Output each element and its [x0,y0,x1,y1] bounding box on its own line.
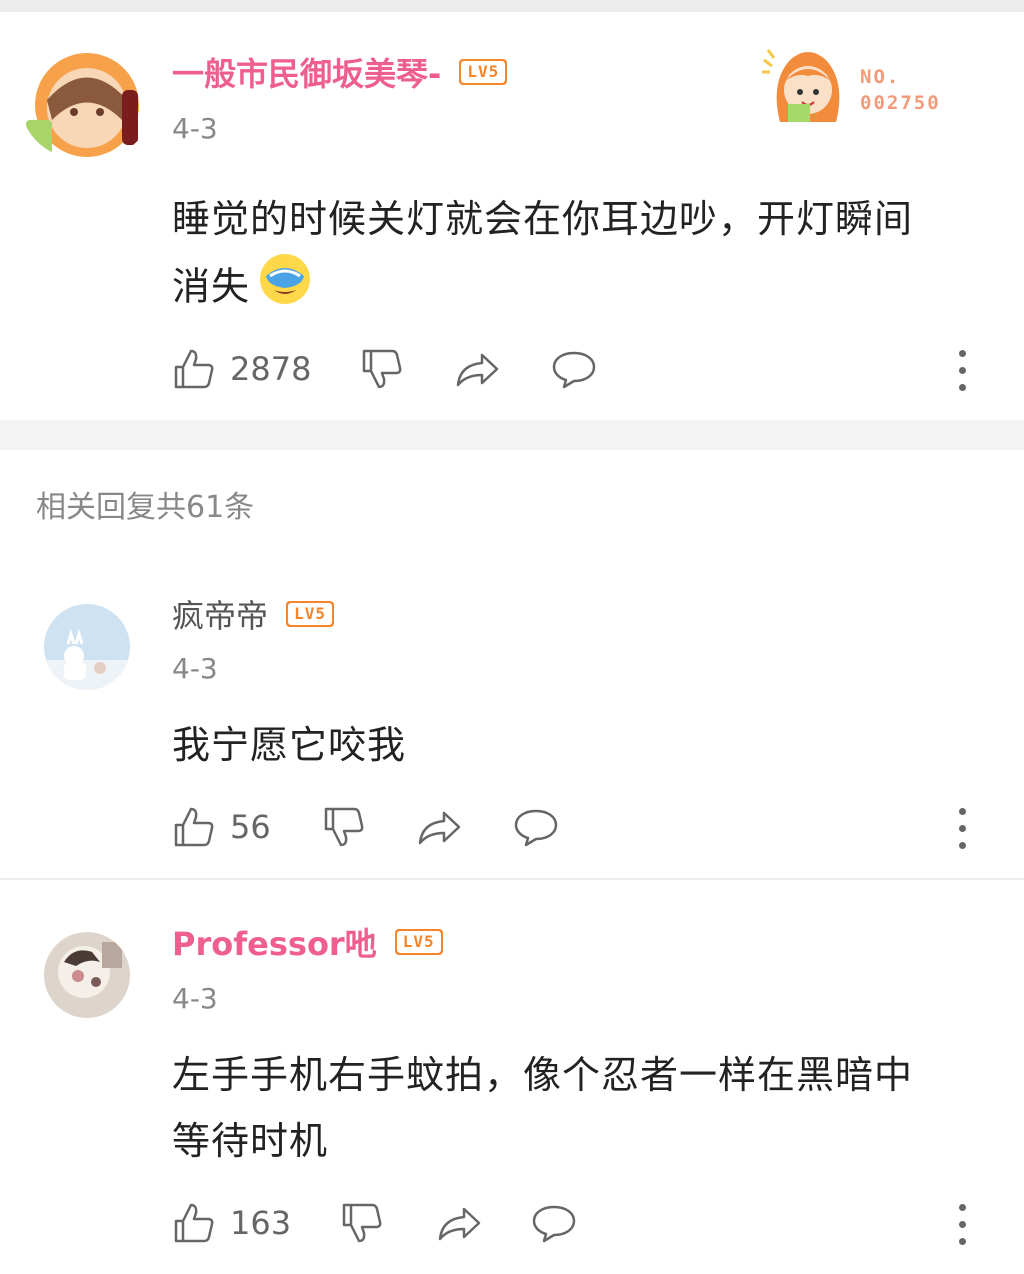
badge-number: NO. 002750 [860,66,941,114]
more-vertical-icon[interactable] [956,350,968,394]
comment-text: 我宁愿它咬我 [172,723,407,767]
dislike-button[interactable] [360,344,404,394]
username[interactable]: 一般市民御坂美琴- LV5 [172,54,508,94]
like-button[interactable]: 163 [172,1198,291,1248]
level-badge: LV5 [286,601,335,627]
share-icon [438,1207,481,1241]
like-button[interactable]: 56 [172,802,271,852]
action-bar: 2878 [172,344,992,394]
reply-comment: Professor吔 LV5 4-3 左手手机右手蚊拍，像个忍者一样在黑暗中 等待… [0,880,1024,1274]
reply-button[interactable] [530,1198,578,1248]
action-bar: 163 [172,1198,992,1248]
more-vertical-icon[interactable] [956,1204,968,1248]
main-comment: 一般市民御坂美琴- LV5 4-3 NO. 002750 睡觉的时候关灯就会在你耳… [0,0,1024,420]
reply-button[interactable] [512,802,560,852]
thumbs-down-icon [324,807,364,847]
like-count: 56 [230,808,271,846]
avatar-image [44,604,130,690]
share-button[interactable] [416,802,462,852]
comment-bubble-icon [532,1205,576,1243]
share-button[interactable] [436,1198,482,1248]
action-bar: 56 [172,802,992,852]
dislike-button[interactable] [340,1198,384,1248]
avatar-image [44,932,130,1018]
thumbs-down-icon [362,349,402,389]
level-badge: LV5 [459,59,508,85]
comment-date: 4-3 [172,982,218,1015]
avatar-image [26,53,139,157]
comment-bubble-icon [514,809,558,847]
laughing-tears-emoji-icon [258,252,312,326]
share-button[interactable] [454,344,500,394]
dislike-button[interactable] [322,802,366,852]
username[interactable]: 疯帝帝 LV5 [172,596,335,636]
fan-badge: NO. 002750 [760,42,970,132]
comment-date: 4-3 [172,652,218,685]
reply-button[interactable] [550,344,598,394]
more-vertical-icon[interactable] [956,808,968,852]
section-divider [0,420,1024,450]
comment-text: 睡觉的时候关灯就会在你耳边吵，开灯瞬间 消失 [172,186,1002,326]
avatar[interactable] [44,932,130,1018]
username[interactable]: Professor吔 LV5 [172,924,443,964]
level-badge: LV5 [394,929,443,955]
like-button[interactable]: 2878 [172,344,311,394]
thumbs-up-icon [174,349,214,389]
like-count: 163 [230,1204,292,1242]
avatar[interactable] [44,604,130,690]
replies-header: 相关回复共61条 [36,490,255,525]
share-icon [418,811,461,845]
reply-comment: 疯帝帝 LV5 4-3 我宁愿它咬我 56 [0,560,1024,880]
comment-date: 4-3 [172,112,218,145]
comment-bubble-icon [552,351,596,389]
avatar[interactable] [22,50,152,160]
umaru-badge-icon [762,49,840,122]
like-count: 2878 [230,350,312,388]
thumbs-up-icon [174,807,214,847]
share-icon [456,353,499,387]
thumbs-down-icon [342,1203,382,1243]
thumbs-up-icon [174,1203,214,1243]
comment-text: 左手手机右手蚊拍，像个忍者一样在黑暗中 等待时机 [172,1053,914,1163]
